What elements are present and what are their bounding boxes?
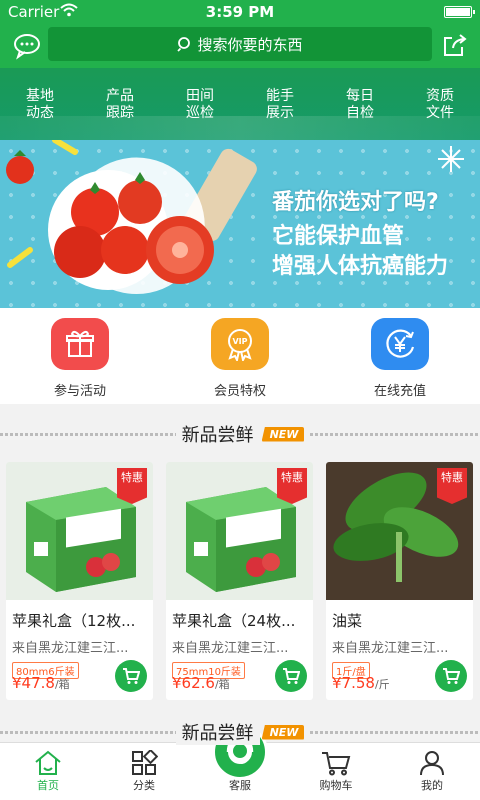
product-price: ¥47.8/箱 <box>12 674 70 692</box>
nav-item-expert-showcase[interactable]: 能手 展示 <box>240 68 320 140</box>
recharge-label: 在线充值 <box>373 384 426 399</box>
tab-profile[interactable]: 我的 <box>384 743 480 800</box>
product-name: 油菜 <box>332 612 363 630</box>
new-tag: NEW <box>261 426 305 442</box>
search-placeholder: 搜索你要的东西 <box>197 35 303 54</box>
tomato-illustration <box>6 140 257 295</box>
gift-icon <box>51 318 109 370</box>
recharge-button[interactable]: 在线充值 <box>320 308 480 404</box>
top-bar: 搜索你要的东西 <box>0 24 480 68</box>
nav-item-qualification-docs[interactable]: 资质 文件 <box>400 68 480 140</box>
discount-badge: 特惠 <box>277 468 307 504</box>
search-icon <box>177 37 191 52</box>
nav-item-base-news[interactable]: 基地 动态 <box>0 68 80 140</box>
new-tag-2: NEW <box>261 724 305 740</box>
yen-coin-icon <box>371 318 429 370</box>
product-card[interactable]: 特惠 苹果礼盒（12枚... 来自黑龙江建三江... 80mm6斤装 ¥47.8… <box>6 462 153 700</box>
message-icon[interactable] <box>12 32 42 60</box>
banner-subline-2: 增强人体抗癌能力 <box>272 254 449 279</box>
section-title-2: 新品尝鲜 <box>175 719 260 745</box>
section-header-new: 新品尝鲜 NEW <box>0 406 480 462</box>
product-list: 特惠 苹果礼盒（12枚... 来自黑龙江建三江... 80mm6斤装 ¥47.8… <box>0 462 480 702</box>
svg-text:VIP: VIP <box>232 337 247 346</box>
user-icon <box>384 749 480 777</box>
status-time: 3:59 PM <box>205 3 275 21</box>
home-icon <box>0 749 96 777</box>
product-origin: 来自黑龙江建三江... <box>172 641 289 656</box>
discount-badge: 特惠 <box>437 468 467 504</box>
add-to-cart-button[interactable] <box>435 660 467 692</box>
product-origin: 来自黑龙江建三江... <box>12 641 129 656</box>
search-bar[interactable]: 搜索你要的东西 <box>48 27 432 61</box>
vip-button[interactable]: VIP 会员特权 <box>160 308 320 404</box>
tab-category[interactable]: 分类 <box>96 743 192 800</box>
discount-badge: 特惠 <box>117 468 147 504</box>
snowflake-decoration <box>438 146 464 172</box>
vip-label: 会员特权 <box>213 384 266 399</box>
product-name: 苹果礼盒（12枚... <box>12 612 136 630</box>
nav-item-field-inspection[interactable]: 田间 巡检 <box>160 68 240 140</box>
vip-badge-icon: VIP <box>211 318 269 370</box>
status-bar: Carrier 3:59 PM <box>0 0 480 24</box>
cart-icon <box>283 668 300 684</box>
feature-nav: 基地 动态 产品 跟踪 田间 巡检 能手 展示 每日 自检 资质 文件 <box>0 68 480 140</box>
section-title: 新品尝鲜 <box>175 421 260 447</box>
banner-headline: 番茄你选对了吗? <box>272 190 439 215</box>
share-icon[interactable] <box>440 31 470 59</box>
cart-icon <box>443 668 460 684</box>
product-name: 苹果礼盒（24枚... <box>172 612 296 630</box>
nav-item-product-trace[interactable]: 产品 跟踪 <box>80 68 160 140</box>
product-price: ¥62.6/箱 <box>172 674 230 692</box>
product-card[interactable]: 特惠 苹果礼盒（24枚... 来自黑龙江建三江... 75mm10斤装 ¥62.… <box>166 462 313 700</box>
tab-home[interactable]: 首页 <box>0 743 96 800</box>
banner-subline-1: 它能保护血管 <box>272 224 405 249</box>
tab-cart[interactable]: 购物车 <box>288 743 384 800</box>
add-to-cart-button[interactable] <box>115 660 147 692</box>
add-to-cart-button[interactable] <box>275 660 307 692</box>
category-grid-icon <box>96 749 192 777</box>
activity-button[interactable]: 参与活动 <box>0 308 160 404</box>
cart-icon <box>288 749 384 777</box>
product-card[interactable]: 特惠 油菜 来自黑龙江建三江... 1斤/盘 ¥7.58/斤 <box>326 462 473 700</box>
nav-item-daily-check[interactable]: 每日 自检 <box>320 68 400 140</box>
battery-icon <box>444 6 475 18</box>
product-origin: 来自黑龙江建三江... <box>332 641 449 656</box>
promo-banner[interactable]: 番茄你选对了吗? 它能保护血管 增强人体抗癌能力 <box>0 140 480 308</box>
cart-icon <box>123 668 140 684</box>
quick-actions: 参与活动 VIP 会员特权 在线充值 <box>0 308 480 404</box>
activity-label: 参与活动 <box>53 384 106 399</box>
product-price: ¥7.58/斤 <box>332 674 390 692</box>
